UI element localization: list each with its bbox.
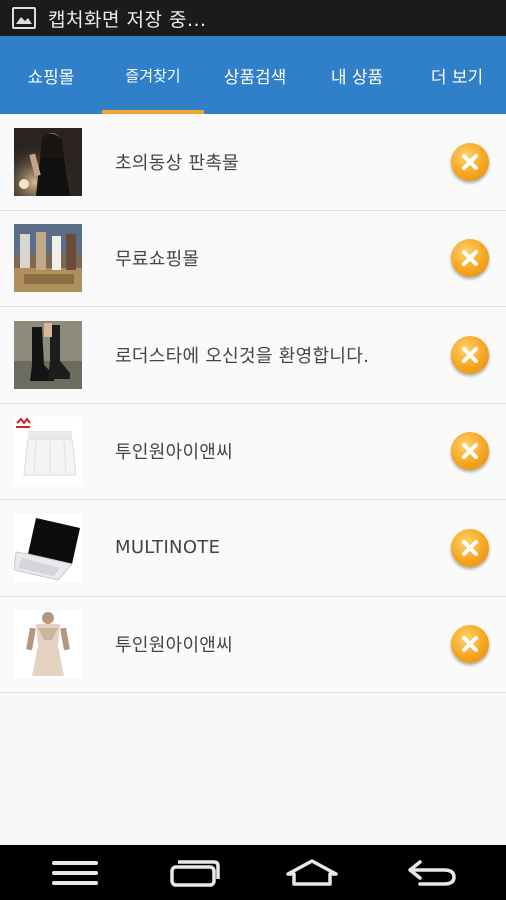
close-circle-icon[interactable]: [451, 625, 489, 664]
close-circle-icon[interactable]: [451, 335, 489, 374]
list-item-label: 투인원아이앤씨: [115, 442, 234, 464]
black-laptop-photo: [14, 513, 82, 582]
beige-dress-photo: [14, 610, 82, 679]
close-circle-icon[interactable]: [451, 142, 489, 181]
list-item[interactable]: 로더스타에 오신것을 환영합니다.: [0, 307, 506, 404]
list-item-label: 로더스타에 오신것을 환영합니다.: [115, 345, 370, 367]
clothing-store-display-photo: [14, 224, 82, 293]
black-boots-photo: [14, 320, 82, 389]
home-icon[interactable]: [262, 845, 362, 900]
navigation-bar: [0, 845, 506, 900]
tab-shopping-mall[interactable]: 쇼핑몰: [0, 36, 102, 114]
list-item-label: MULTINOTE: [115, 537, 221, 559]
white-tennis-skirt-photo: [14, 417, 82, 486]
tab-more[interactable]: 더 보기: [408, 36, 506, 114]
list-item[interactable]: 투인원아이앤씨: [0, 597, 506, 693]
back-icon[interactable]: [382, 845, 482, 900]
list-item[interactable]: MULTINOTE: [0, 500, 506, 597]
tab-product-search[interactable]: 상품검색: [204, 36, 306, 114]
recent-apps-icon[interactable]: [145, 845, 245, 900]
list-item[interactable]: 투인원아이앤씨: [0, 404, 506, 500]
gallery-icon: [12, 7, 36, 29]
woman-in-black-dress-photo: [14, 127, 82, 196]
list-item-label: 투인원아이앤씨: [115, 635, 234, 657]
status-notification-text: 캡처화면 저장 중...: [48, 8, 207, 31]
tab-bar: 쇼핑몰 즐겨찾기 상품검색 내 상품 더 보기: [0, 36, 506, 114]
close-circle-icon[interactable]: [451, 239, 489, 278]
favorites-list: 초의동상 판촉물 무료쇼핑몰 로더스타에 오신것을 환영합니다. 투인원아이앤씨…: [0, 114, 506, 693]
menu-icon[interactable]: [25, 845, 125, 900]
list-item[interactable]: 무료쇼핑몰: [0, 211, 506, 307]
tab-favorites[interactable]: 즐겨찾기: [102, 36, 204, 114]
list-item-label: 초의동상 판촉물: [115, 152, 240, 174]
tab-my-products[interactable]: 내 상품: [306, 36, 408, 114]
list-item-label: 무료쇼핑몰: [115, 249, 200, 271]
close-circle-icon[interactable]: [451, 432, 489, 471]
list-item[interactable]: 초의동상 판촉물: [0, 114, 506, 211]
status-bar: 캡처화면 저장 중...: [0, 0, 506, 36]
close-circle-icon[interactable]: [451, 528, 489, 567]
